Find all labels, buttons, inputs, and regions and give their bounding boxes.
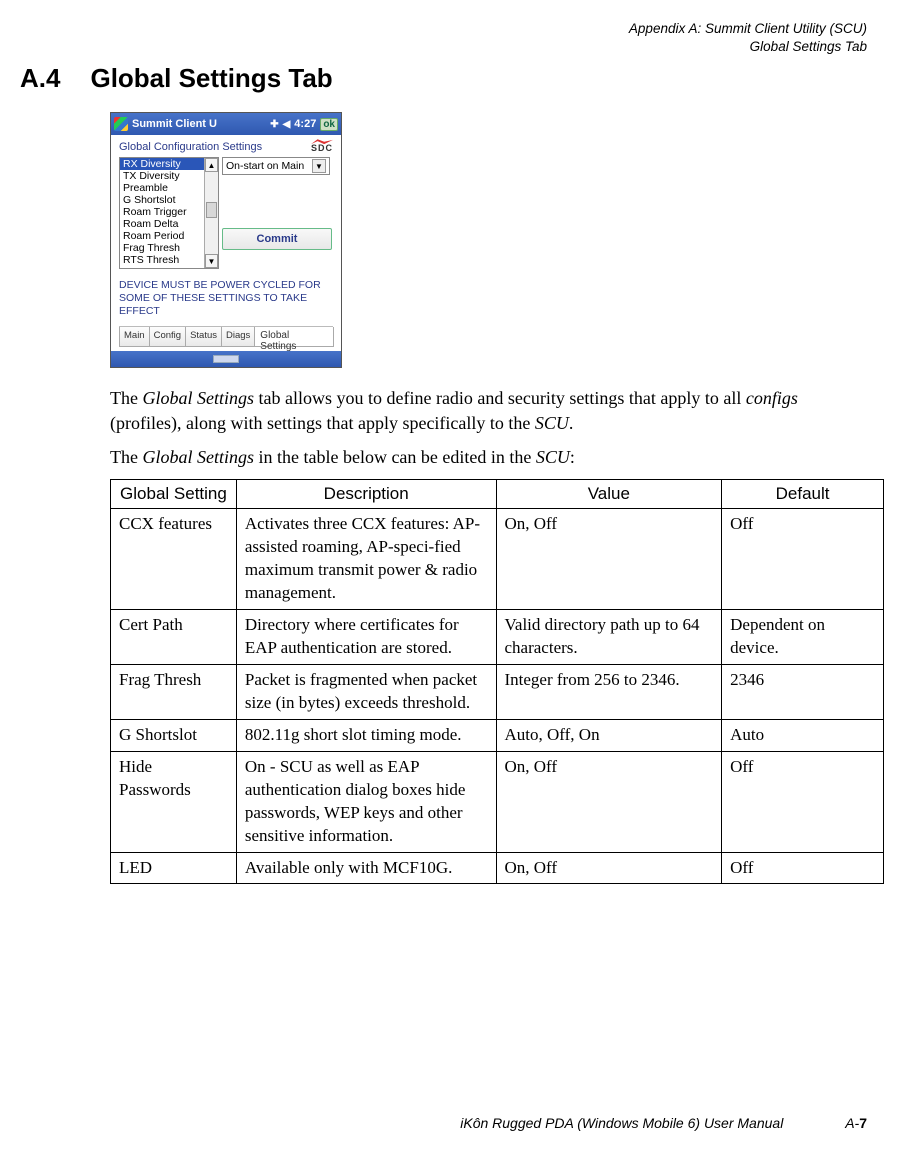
pda-tabs: Main Config Status Diags Global Settings xyxy=(119,326,333,347)
table-cell: On, Off xyxy=(496,751,722,852)
global-settings-list[interactable]: RX Diversity TX Diversity Preamble G Sho… xyxy=(119,157,219,269)
th-value: Value xyxy=(496,480,722,509)
table-cell: Off xyxy=(722,509,884,610)
pda-device: Summit Client U 4:27 ok Global Configura… xyxy=(110,112,342,368)
ok-button[interactable]: ok xyxy=(320,118,338,131)
list-scrollbar[interactable]: ▲ ▼ xyxy=(204,158,218,268)
tab-main[interactable]: Main xyxy=(119,327,150,347)
list-item[interactable]: Frag Thresh xyxy=(120,242,204,254)
volume-icon[interactable] xyxy=(283,118,291,130)
pda-bottombar xyxy=(111,351,341,367)
table-cell: CCX features xyxy=(111,509,237,610)
table-cell: LED xyxy=(111,852,237,884)
table-cell: On - SCU as well as EAP authentication d… xyxy=(236,751,496,852)
table-cell: Hide Passwords xyxy=(111,751,237,852)
paragraph-2: The Global Settings in the table below c… xyxy=(110,445,867,469)
signal-icon[interactable] xyxy=(270,118,278,130)
pda-warning-message: DEVICE MUST BE POWER CYCLED FOR SOME OF … xyxy=(119,279,333,318)
tab-status[interactable]: Status xyxy=(185,327,222,347)
table-cell: Integer from 256 to 2346. xyxy=(496,664,722,719)
tab-diags[interactable]: Diags xyxy=(221,327,255,347)
table-cell: Cert Path xyxy=(111,610,237,665)
table-cell: Off xyxy=(722,852,884,884)
footer-title: iKôn Rugged PDA (Windows Mobile 6) User … xyxy=(460,1115,783,1131)
start-icon[interactable] xyxy=(114,117,128,131)
table-row: G Shortslot802.11g short slot timing mod… xyxy=(111,719,884,751)
header-line1: Appendix A: Summit Client Utility (SCU) xyxy=(20,20,867,38)
table-cell: Frag Thresh xyxy=(111,664,237,719)
table-row: Cert PathDirectory where certificates fo… xyxy=(111,610,884,665)
global-settings-table: Global Setting Description Value Default… xyxy=(110,479,884,884)
list-item[interactable]: RTS Thresh xyxy=(120,254,204,266)
table-cell: 802.11g short slot timing mode. xyxy=(236,719,496,751)
table-cell: On, Off xyxy=(496,852,722,884)
paragraph-1: The Global Settings tab allows you to de… xyxy=(110,386,867,435)
table-cell: Directory where certificates for EAP aut… xyxy=(236,610,496,665)
running-header: Appendix A: Summit Client Utility (SCU) … xyxy=(20,20,867,55)
pda-clock: 4:27 xyxy=(294,118,316,130)
table-row: Hide PasswordsOn - SCU as well as EAP au… xyxy=(111,751,884,852)
list-item[interactable]: Roam Trigger xyxy=(120,206,204,218)
section-heading: A.4 Global Settings Tab xyxy=(20,63,867,94)
table-row: Frag ThreshPacket is fragmented when pac… xyxy=(111,664,884,719)
scroll-up-icon[interactable]: ▲ xyxy=(205,158,218,172)
pda-titlebar: Summit Client U 4:27 ok xyxy=(111,113,341,135)
header-line2: Global Settings Tab xyxy=(20,38,867,56)
list-item[interactable]: Roam Delta xyxy=(120,218,204,230)
chevron-down-icon[interactable]: ▼ xyxy=(312,159,326,173)
dropdown-value: On-start on Main xyxy=(226,160,304,172)
pda-content: Global Configuration Settings SDC RX Div… xyxy=(111,135,341,351)
pda-figure: Summit Client U 4:27 ok Global Configura… xyxy=(110,112,867,368)
pda-caption: Global Configuration Settings xyxy=(119,141,333,153)
th-default: Default xyxy=(722,480,884,509)
pda-window-title: Summit Client U xyxy=(132,118,266,130)
table-row: LEDAvailable only with MCF10G.On, OffOff xyxy=(111,852,884,884)
th-setting: Global Setting xyxy=(111,480,237,509)
page-number: A-7 xyxy=(845,1115,867,1131)
list-item[interactable]: Roam Period xyxy=(120,230,204,242)
table-cell: Auto xyxy=(722,719,884,751)
section-number: A.4 xyxy=(20,63,60,94)
list-item[interactable]: RX Diversity xyxy=(120,158,204,170)
table-cell: Auto, Off, On xyxy=(496,719,722,751)
list-item[interactable]: TX Diversity xyxy=(120,170,204,182)
scroll-thumb[interactable] xyxy=(206,202,217,218)
list-item[interactable]: G Shortslot xyxy=(120,194,204,206)
table-cell: Valid directory path up to 64 characters… xyxy=(496,610,722,665)
page-footer: iKôn Rugged PDA (Windows Mobile 6) User … xyxy=(460,1115,867,1131)
sdc-logo: SDC xyxy=(311,138,333,153)
table-cell: Off xyxy=(722,751,884,852)
value-dropdown[interactable]: On-start on Main ▼ xyxy=(222,157,330,175)
table-header-row: Global Setting Description Value Default xyxy=(111,480,884,509)
scroll-track[interactable] xyxy=(205,172,218,254)
table-cell: G Shortslot xyxy=(111,719,237,751)
table-row: CCX featuresActivates three CCX features… xyxy=(111,509,884,610)
tab-config[interactable]: Config xyxy=(149,327,186,347)
th-description: Description xyxy=(236,480,496,509)
section-title: Global Settings Tab xyxy=(90,63,332,94)
table-cell: Available only with MCF10G. xyxy=(236,852,496,884)
table-cell: Packet is fragmented when packet size (i… xyxy=(236,664,496,719)
scroll-down-icon[interactable]: ▼ xyxy=(205,254,218,268)
tab-global-settings[interactable]: Global Settings xyxy=(254,327,334,347)
table-cell: On, Off xyxy=(496,509,722,610)
table-cell: Activates three CCX features: AP-assiste… xyxy=(236,509,496,610)
table-cell: 2346 xyxy=(722,664,884,719)
table-cell: Dependent on device. xyxy=(722,610,884,665)
list-item[interactable]: Preamble xyxy=(120,182,204,194)
keyboard-icon[interactable] xyxy=(213,355,239,363)
commit-button[interactable]: Commit xyxy=(222,228,332,250)
